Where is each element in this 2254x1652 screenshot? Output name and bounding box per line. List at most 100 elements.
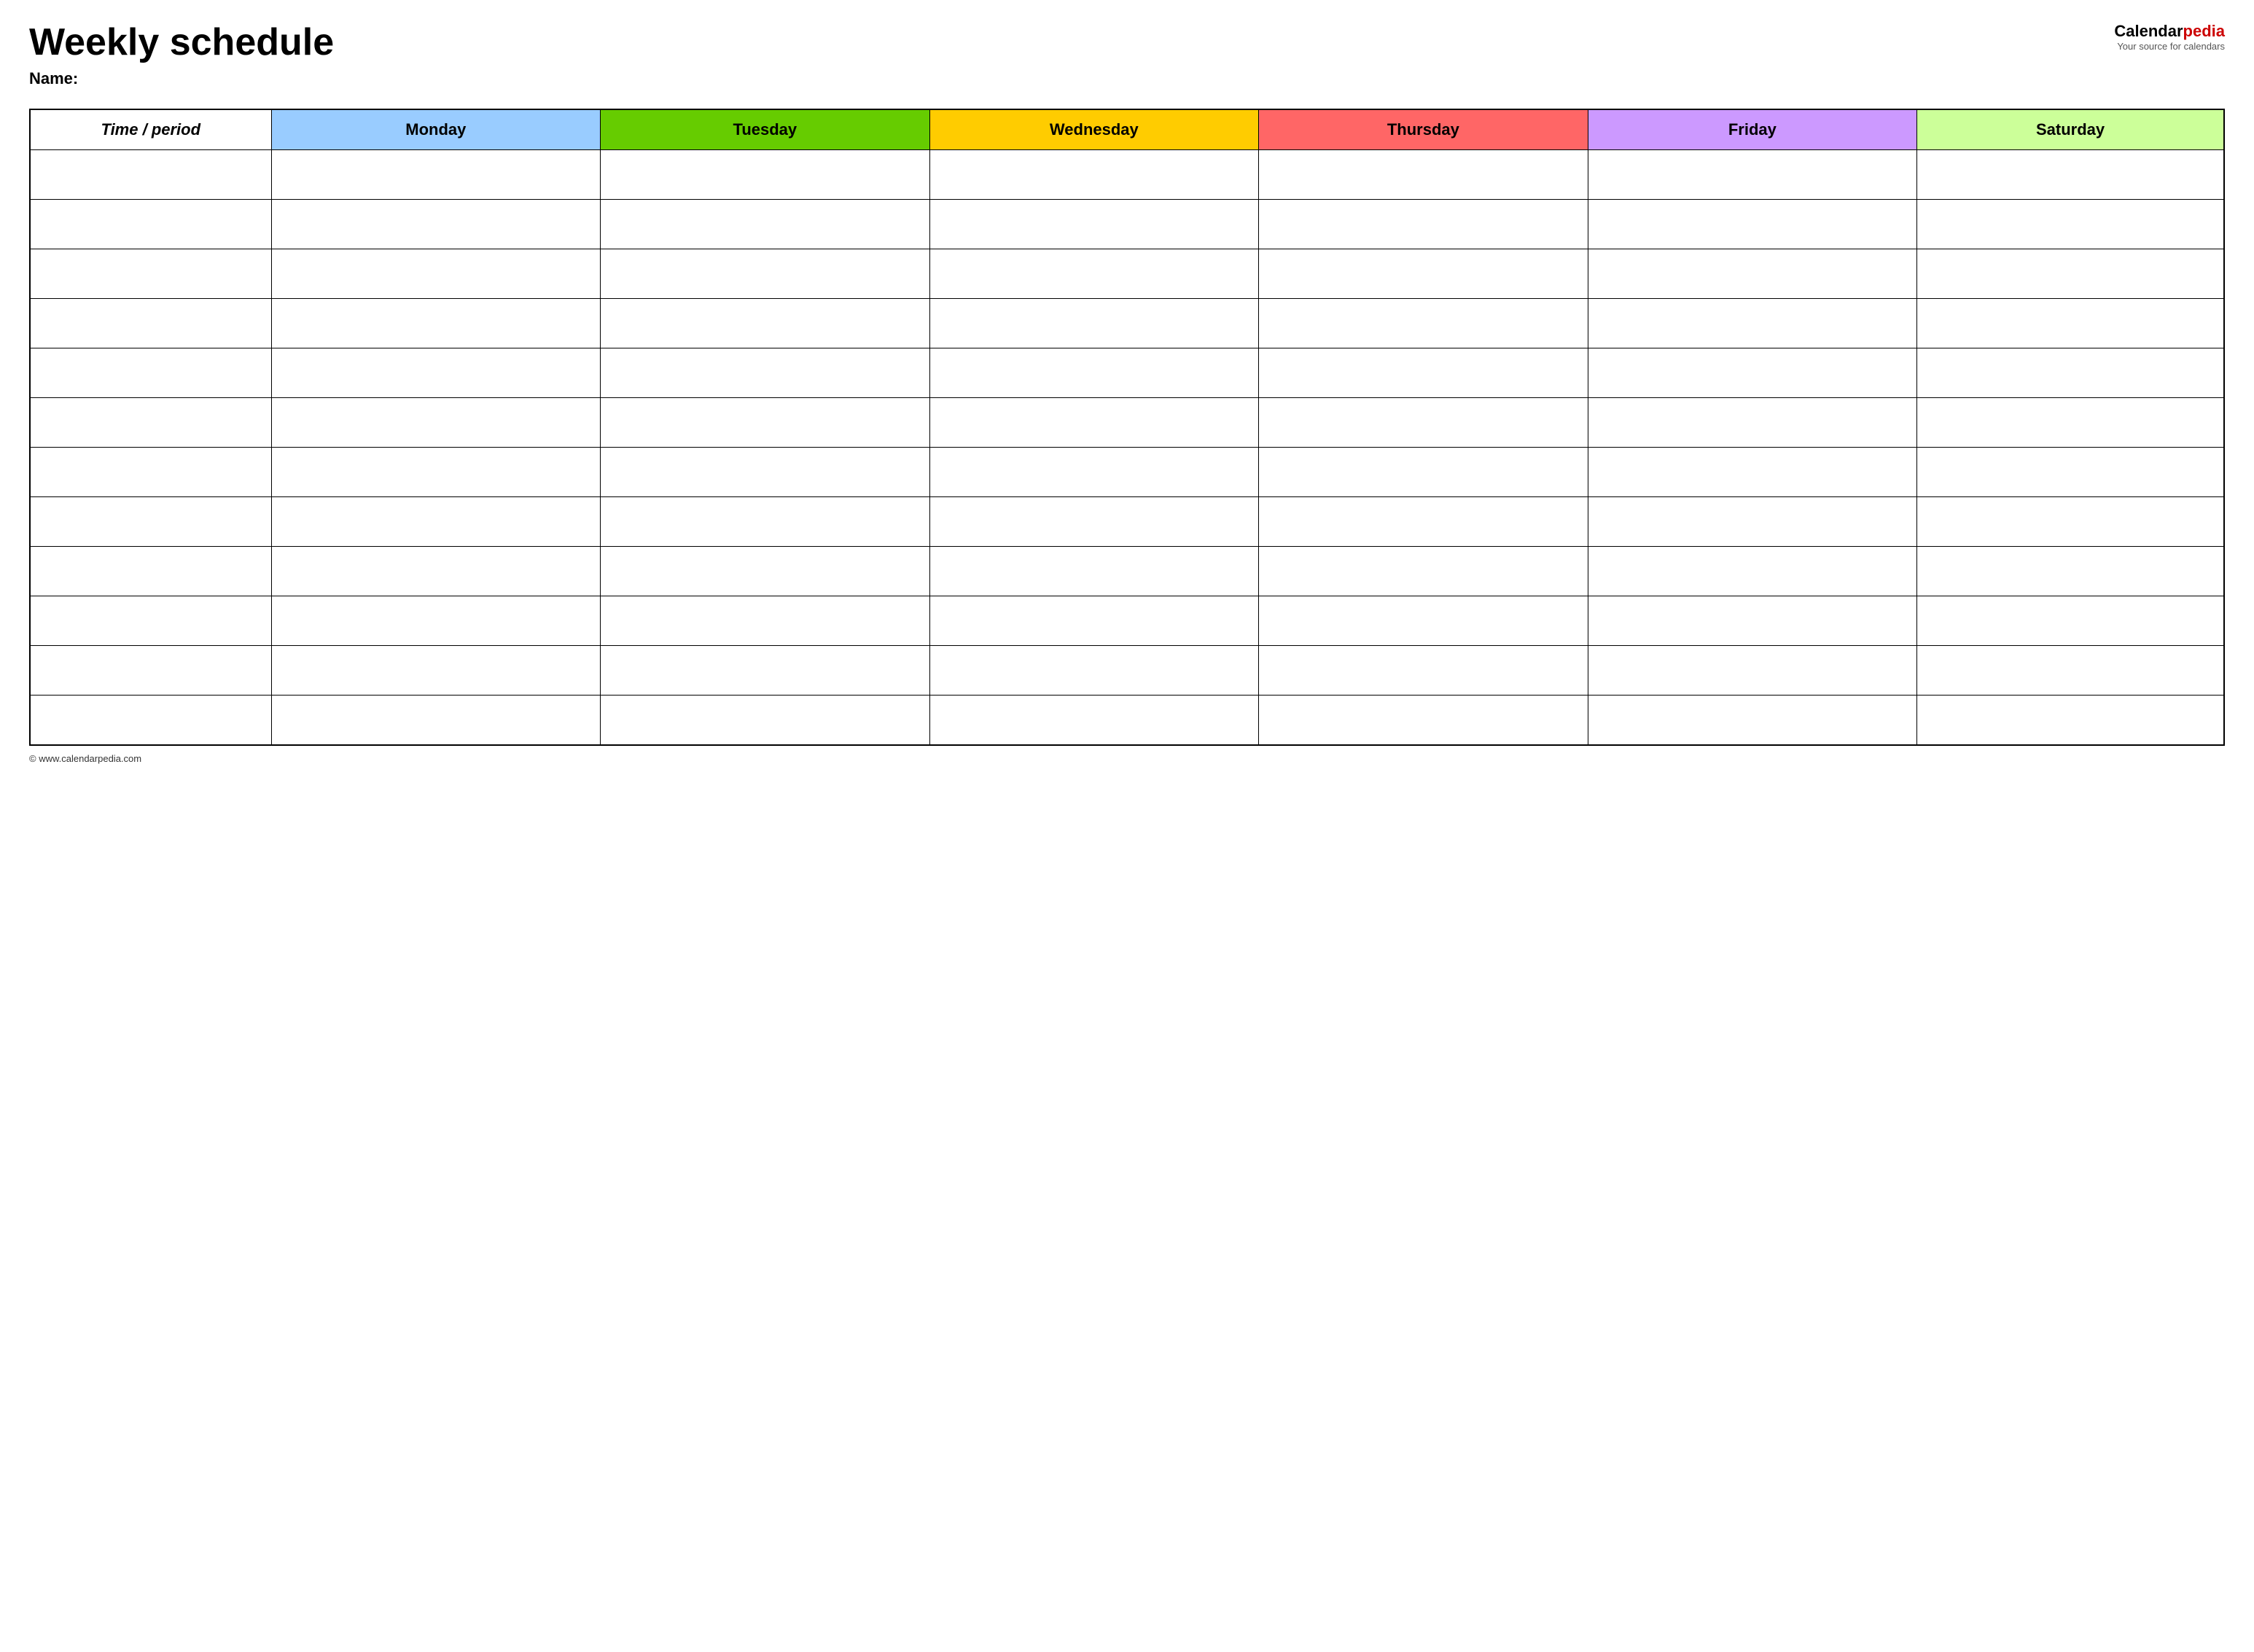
cell-saturday[interactable] <box>1917 348 2224 398</box>
cell-thursday[interactable] <box>1259 547 1588 596</box>
cell-saturday[interactable] <box>1917 646 2224 696</box>
cell-tuesday[interactable] <box>601 348 930 398</box>
cell-time[interactable] <box>30 547 271 596</box>
col-header-friday: Friday <box>1588 109 1917 150</box>
cell-friday[interactable] <box>1588 299 1917 348</box>
title-section: Weekly schedule Name: <box>29 22 334 101</box>
cell-tuesday[interactable] <box>601 448 930 497</box>
cell-monday[interactable] <box>271 299 601 348</box>
cell-monday[interactable] <box>271 547 601 596</box>
cell-saturday[interactable] <box>1917 249 2224 299</box>
col-header-saturday: Saturday <box>1917 109 2224 150</box>
cell-monday[interactable] <box>271 646 601 696</box>
logo-calendar: Calendar <box>2114 22 2183 40</box>
cell-friday[interactable] <box>1588 150 1917 200</box>
cell-wednesday[interactable] <box>929 646 1259 696</box>
cell-friday[interactable] <box>1588 200 1917 249</box>
cell-tuesday[interactable] <box>601 398 930 448</box>
cell-wednesday[interactable] <box>929 200 1259 249</box>
cell-thursday[interactable] <box>1259 596 1588 646</box>
cell-saturday[interactable] <box>1917 448 2224 497</box>
cell-thursday[interactable] <box>1259 448 1588 497</box>
cell-monday[interactable] <box>271 497 601 547</box>
footer: © www.calendarpedia.com <box>29 753 2225 764</box>
table-row <box>30 249 2224 299</box>
cell-time[interactable] <box>30 646 271 696</box>
cell-time[interactable] <box>30 200 271 249</box>
cell-time[interactable] <box>30 348 271 398</box>
cell-thursday[interactable] <box>1259 150 1588 200</box>
cell-tuesday[interactable] <box>601 150 930 200</box>
cell-saturday[interactable] <box>1917 398 2224 448</box>
cell-tuesday[interactable] <box>601 249 930 299</box>
cell-friday[interactable] <box>1588 646 1917 696</box>
cell-tuesday[interactable] <box>601 646 930 696</box>
cell-monday[interactable] <box>271 596 601 646</box>
cell-thursday[interactable] <box>1259 497 1588 547</box>
cell-time[interactable] <box>30 448 271 497</box>
cell-time[interactable] <box>30 696 271 745</box>
cell-tuesday[interactable] <box>601 596 930 646</box>
cell-time[interactable] <box>30 596 271 646</box>
cell-tuesday[interactable] <box>601 547 930 596</box>
cell-wednesday[interactable] <box>929 249 1259 299</box>
cell-monday[interactable] <box>271 249 601 299</box>
page-title: Weekly schedule <box>29 22 334 63</box>
cell-friday[interactable] <box>1588 249 1917 299</box>
cell-thursday[interactable] <box>1259 696 1588 745</box>
cell-tuesday[interactable] <box>601 200 930 249</box>
cell-saturday[interactable] <box>1917 200 2224 249</box>
cell-monday[interactable] <box>271 348 601 398</box>
cell-thursday[interactable] <box>1259 646 1588 696</box>
cell-tuesday[interactable] <box>601 696 930 745</box>
table-row <box>30 646 2224 696</box>
cell-monday[interactable] <box>271 150 601 200</box>
cell-time[interactable] <box>30 299 271 348</box>
table-row <box>30 497 2224 547</box>
cell-friday[interactable] <box>1588 398 1917 448</box>
cell-time[interactable] <box>30 497 271 547</box>
cell-wednesday[interactable] <box>929 696 1259 745</box>
cell-wednesday[interactable] <box>929 547 1259 596</box>
cell-wednesday[interactable] <box>929 348 1259 398</box>
cell-monday[interactable] <box>271 696 601 745</box>
logo-subtitle: Your source for calendars <box>2117 41 2225 52</box>
cell-time[interactable] <box>30 249 271 299</box>
cell-monday[interactable] <box>271 398 601 448</box>
cell-thursday[interactable] <box>1259 398 1588 448</box>
cell-tuesday[interactable] <box>601 299 930 348</box>
cell-friday[interactable] <box>1588 696 1917 745</box>
cell-wednesday[interactable] <box>929 448 1259 497</box>
col-header-tuesday: Tuesday <box>601 109 930 150</box>
cell-thursday[interactable] <box>1259 200 1588 249</box>
cell-tuesday[interactable] <box>601 497 930 547</box>
cell-saturday[interactable] <box>1917 299 2224 348</box>
cell-friday[interactable] <box>1588 596 1917 646</box>
table-row <box>30 299 2224 348</box>
cell-time[interactable] <box>30 150 271 200</box>
cell-thursday[interactable] <box>1259 348 1588 398</box>
cell-wednesday[interactable] <box>929 398 1259 448</box>
cell-friday[interactable] <box>1588 348 1917 398</box>
cell-monday[interactable] <box>271 200 601 249</box>
col-header-monday: Monday <box>271 109 601 150</box>
cell-saturday[interactable] <box>1917 547 2224 596</box>
cell-time[interactable] <box>30 398 271 448</box>
table-header: Time / period Monday Tuesday Wednesday T… <box>30 109 2224 150</box>
cell-friday[interactable] <box>1588 448 1917 497</box>
cell-wednesday[interactable] <box>929 596 1259 646</box>
cell-friday[interactable] <box>1588 497 1917 547</box>
cell-wednesday[interactable] <box>929 497 1259 547</box>
cell-monday[interactable] <box>271 448 601 497</box>
cell-saturday[interactable] <box>1917 696 2224 745</box>
cell-friday[interactable] <box>1588 547 1917 596</box>
cell-thursday[interactable] <box>1259 299 1588 348</box>
table-row <box>30 150 2224 200</box>
cell-wednesday[interactable] <box>929 299 1259 348</box>
cell-saturday[interactable] <box>1917 497 2224 547</box>
cell-saturday[interactable] <box>1917 596 2224 646</box>
cell-saturday[interactable] <box>1917 150 2224 200</box>
cell-thursday[interactable] <box>1259 249 1588 299</box>
cell-wednesday[interactable] <box>929 150 1259 200</box>
table-row <box>30 547 2224 596</box>
